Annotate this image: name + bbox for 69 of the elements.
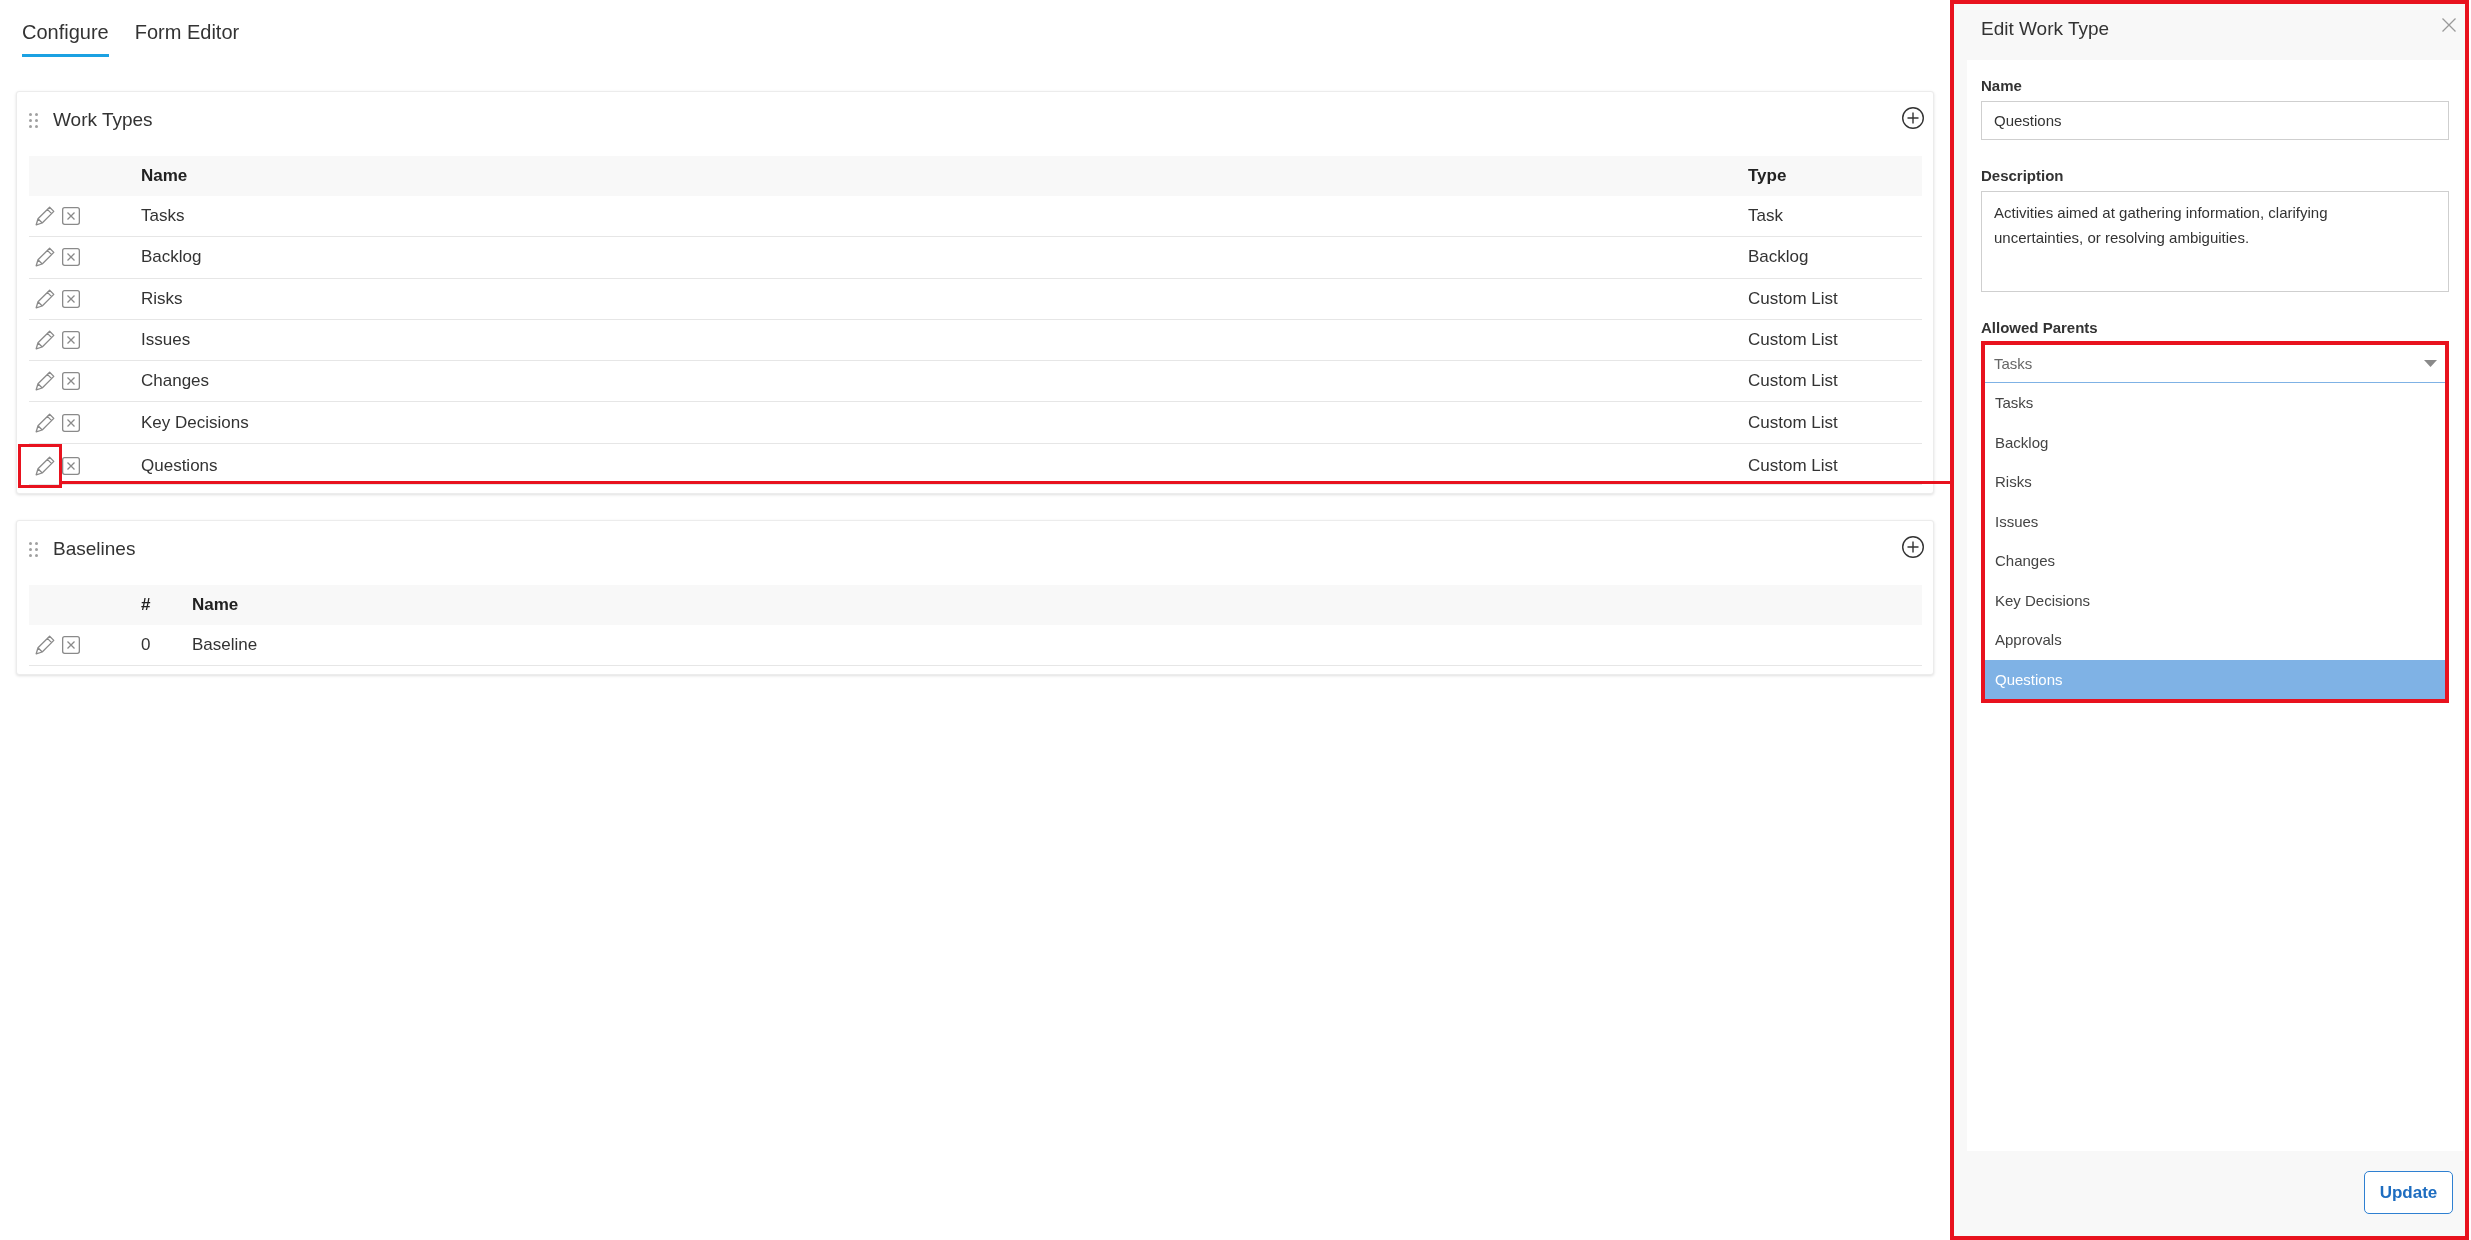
table-cell: Custom List [1748, 330, 1838, 350]
section-title: Work Types [53, 109, 154, 131]
panel-title: Edit Work Type [1981, 18, 2110, 40]
edit-button[interactable] [35, 247, 55, 268]
drag-handle-icon[interactable] [29, 112, 38, 128]
x-square-icon[interactable] [62, 413, 80, 432]
pencil-icon [35, 635, 55, 656]
x-square-icon[interactable] [62, 372, 80, 391]
table-cell: Custom List [1748, 455, 1838, 475]
pencil-icon [35, 247, 55, 268]
dropdown-option[interactable]: Risks [1985, 462, 2445, 502]
pencil-icon [35, 288, 55, 309]
x-square-icon[interactable] [62, 636, 80, 655]
edit-button[interactable] [35, 635, 55, 656]
table-cell: Custom List [1748, 288, 1838, 308]
x-square-icon[interactable] [62, 456, 80, 475]
dropdown-option[interactable]: Approvals [1985, 620, 2445, 660]
column-header: Name [141, 166, 188, 185]
plus-circle-icon[interactable] [1902, 535, 1924, 558]
table-cell: Backlog [1748, 247, 1809, 267]
update-button[interactable]: Update [2364, 1171, 2453, 1214]
dropdown-option[interactable]: Tasks [1985, 383, 2445, 423]
section-title: Baselines [53, 538, 137, 561]
x-square-icon[interactable] [62, 207, 80, 226]
x-square-icon[interactable] [62, 289, 80, 308]
drag-handle-icon[interactable] [29, 541, 38, 557]
close-icon[interactable] [2442, 18, 2456, 32]
plus-circle-icon[interactable] [1902, 106, 1924, 129]
table-cell: Tasks [141, 206, 185, 226]
description-field[interactable]: Activities aimed at gathering information, clarifying uncertainties, or resolving ambiguities. [1981, 191, 2449, 292]
table-cell: 0 [141, 635, 151, 655]
table-cell: Task [1748, 206, 1783, 226]
pencil-icon [35, 455, 55, 476]
edit-button[interactable] [35, 412, 55, 433]
table-cell: Key Decisions [141, 412, 249, 432]
field-label: Description [1981, 167, 2064, 184]
dropdown-option[interactable]: Changes [1985, 541, 2445, 581]
caret-icon [2424, 360, 2437, 367]
field-label: Allowed Parents [1981, 319, 2098, 336]
edit-button[interactable] [35, 206, 55, 227]
edit-button[interactable] [18, 443, 62, 488]
x-square-icon[interactable] [62, 248, 80, 267]
pencil-icon [35, 206, 55, 227]
dropdown-option[interactable]: Issues [1985, 501, 2445, 541]
table-cell: Issues [141, 330, 191, 350]
name-field[interactable]: Questions [1981, 101, 2449, 140]
tab[interactable]: Form Editor [134, 20, 240, 57]
x-square-icon[interactable] [62, 331, 80, 350]
select-value: Tasks [1994, 355, 2033, 372]
table-cell: Custom List [1748, 371, 1838, 391]
pencil-icon [35, 330, 55, 351]
column-header: # [141, 595, 151, 615]
table-cell: Baseline [192, 635, 258, 655]
dropdown-option[interactable]: Key Decisions [1985, 580, 2445, 620]
column-header: Type [1748, 166, 1787, 185]
table-cell: Changes [141, 371, 210, 391]
tab[interactable]: Configure [22, 20, 109, 57]
edit-button[interactable] [35, 371, 55, 392]
column-header: Name [192, 595, 239, 615]
pencil-icon [35, 412, 55, 433]
table-cell: Risks [141, 288, 183, 308]
table-cell: Custom List [1748, 412, 1838, 432]
table-cell: Backlog [141, 247, 202, 267]
pencil-icon [35, 371, 55, 392]
table-cell: Questions [141, 455, 218, 475]
dropdown-option[interactable]: Backlog [1985, 422, 2445, 462]
edit-button[interactable] [35, 288, 55, 309]
edit-button[interactable] [35, 330, 55, 351]
field-label: Name [1981, 77, 2022, 94]
